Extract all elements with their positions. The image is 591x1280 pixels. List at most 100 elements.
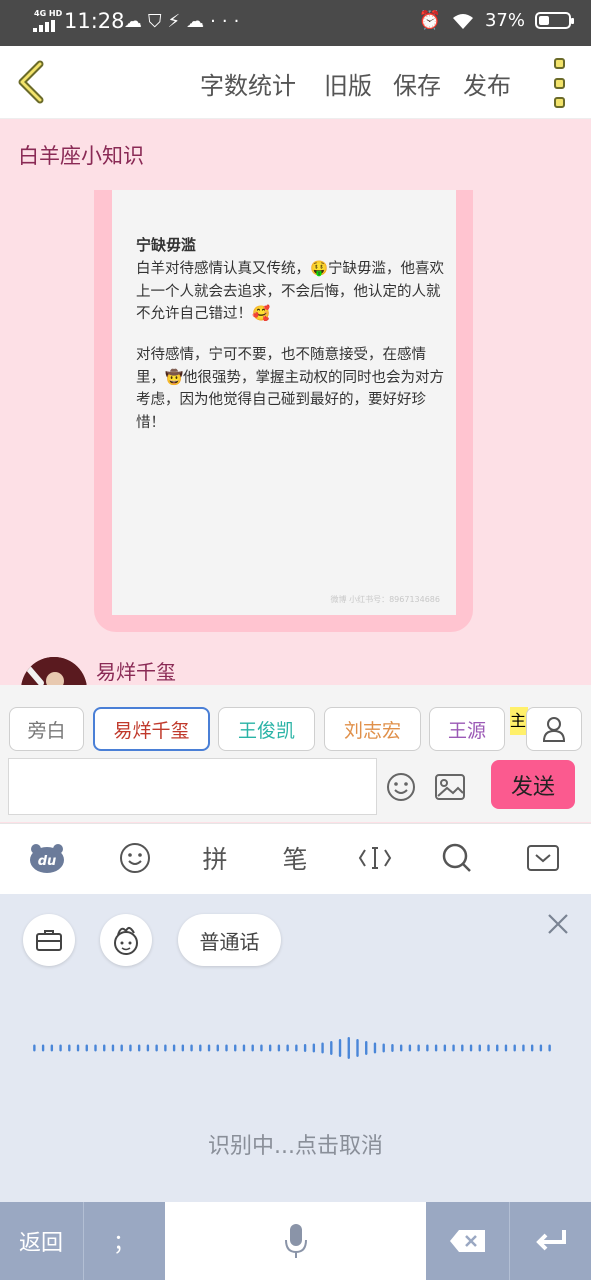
wave-bar	[59, 1044, 62, 1052]
wave-bar	[207, 1044, 211, 1052]
wifi-icon	[452, 13, 473, 29]
save-button[interactable]: 保存	[393, 66, 441, 101]
keyboard-bottom-row: 返回 ；	[0, 1202, 591, 1280]
battery-percent: 37%	[484, 10, 525, 31]
network-label: 4G HD	[34, 9, 63, 18]
wave-bar	[103, 1044, 106, 1052]
battery-icon	[535, 12, 574, 29]
role-chip[interactable]: 旁白	[9, 707, 84, 751]
wave-bar	[242, 1044, 246, 1052]
cursor-icon[interactable]	[357, 840, 393, 876]
flash-icon: ⚡	[167, 11, 187, 32]
pinyin-button[interactable]: 拼	[197, 840, 233, 876]
add-role-button[interactable]	[526, 707, 582, 751]
wave-bar	[120, 1044, 123, 1052]
wave-bar	[478, 1044, 481, 1052]
role-chip[interactable]: 王俊凯	[218, 707, 315, 751]
wave-bar	[391, 1044, 394, 1052]
author-name: 易烊千玺	[96, 660, 176, 684]
composer: 发送	[0, 755, 591, 822]
alarm-icon: ⏰	[418, 10, 441, 31]
role-chip[interactable]: 刘志宏	[324, 707, 421, 751]
image-heading: 宁缺毋滥	[136, 236, 197, 254]
wave-bar	[469, 1044, 473, 1052]
mic-key[interactable]	[165, 1202, 426, 1280]
signal-icon	[33, 20, 55, 32]
image-watermark: 微博 小红书号：8967134686	[330, 595, 440, 604]
shield-icon: ⛉	[148, 11, 168, 32]
wave-bar	[303, 1044, 307, 1052]
old-version-button[interactable]: 旧版	[324, 66, 372, 101]
wave-bar	[443, 1044, 447, 1052]
wave-bar	[251, 1044, 254, 1052]
keyboard-toolbar: du 拼 笔	[0, 823, 591, 895]
wave-bar	[522, 1044, 525, 1052]
emoji-keyboard-icon[interactable]	[117, 840, 153, 876]
wave-bar	[94, 1044, 97, 1052]
status-right: ⏰ 37%	[418, 10, 574, 31]
wave-bar	[268, 1044, 272, 1052]
back-key[interactable]: 返回	[0, 1202, 82, 1280]
status-bar: 4G HD 11:28 ☁⛉⚡☁··· ⏰ 37%	[0, 0, 591, 46]
editor-toolbar: 字数统计 旧版 保存 发布	[0, 46, 591, 119]
image-paragraph-1: 白羊对待感情认真又传统，🤑宁缺毋滥，他喜欢上一个人就会去追求，不会后悔，他认定的…	[136, 261, 445, 322]
wave-bar	[417, 1044, 420, 1052]
message-input[interactable]	[8, 758, 377, 815]
wave-bar	[277, 1044, 281, 1052]
punctuation-key[interactable]: ；	[83, 1202, 164, 1280]
wave-bar	[225, 1044, 228, 1052]
hide-keyboard-icon[interactable]	[525, 840, 561, 876]
enter-icon	[536, 1230, 566, 1251]
wave-bar	[399, 1044, 403, 1052]
wave-bar	[164, 1044, 167, 1052]
wave-bar	[382, 1043, 385, 1053]
wave-bar	[513, 1044, 516, 1052]
section-title: 白羊座小知识	[18, 144, 144, 168]
wave-bar	[181, 1044, 185, 1052]
wave-bar	[172, 1044, 176, 1052]
wave-bar	[111, 1044, 115, 1052]
publish-button[interactable]: 发布	[463, 66, 511, 101]
emoji-icon[interactable]	[386, 772, 416, 802]
svg-text:du: du	[38, 854, 57, 869]
wave-bar	[496, 1044, 499, 1052]
wave-bar	[365, 1041, 368, 1055]
word-count-button[interactable]: 字数统计	[200, 66, 296, 101]
send-button[interactable]: 发送	[491, 760, 575, 809]
more-menu-icon[interactable]	[548, 58, 570, 108]
voice-avatar-icon[interactable]	[100, 914, 152, 966]
wave-bar	[530, 1044, 534, 1052]
role-selector: 旁白 易烊千玺 王俊凯 刘志宏 王源 主	[0, 685, 591, 755]
enter-key[interactable]	[509, 1202, 591, 1280]
wave-bar	[373, 1042, 377, 1054]
wave-bar	[68, 1044, 71, 1052]
role-chip[interactable]: 王源	[429, 707, 505, 751]
wave-bar	[321, 1042, 324, 1054]
wave-bar	[426, 1044, 429, 1052]
wave-bar	[295, 1044, 298, 1052]
wave-bar	[452, 1044, 455, 1052]
wave-bar	[338, 1039, 342, 1057]
close-icon[interactable]	[546, 912, 570, 936]
back-icon[interactable]	[14, 60, 50, 104]
search-icon[interactable]	[439, 840, 475, 876]
wave-bar	[347, 1037, 350, 1059]
wave-bar	[199, 1044, 202, 1052]
clock: 11:28	[64, 9, 125, 33]
post-image[interactable]: 宁缺毋滥 白羊对待感情认真又传统，🤑宁缺毋滥，他喜欢上一个人就会去追求，不会后悔…	[112, 190, 456, 615]
wave-bar	[548, 1044, 551, 1052]
image-paragraph-2: 对待感情，宁可不要，也不随意接受，在感情里，🤠他很强势，掌握主动权的同时也会为对…	[136, 347, 445, 431]
image-icon[interactable]	[434, 773, 466, 801]
notification-icons: ☁⛉⚡☁···	[124, 11, 245, 32]
wave-bar	[356, 1039, 359, 1057]
wave-bar	[33, 1044, 36, 1052]
toolbox-icon[interactable]	[23, 914, 75, 966]
wave-bar	[129, 1044, 132, 1052]
role-chip[interactable]: 易烊千玺	[93, 707, 210, 751]
du-logo-icon[interactable]: du	[29, 840, 65, 876]
mandarin-button[interactable]: 普通话	[178, 914, 281, 966]
weather-icon: ☁	[124, 11, 148, 32]
backspace-key[interactable]	[427, 1202, 508, 1280]
recognizing-status[interactable]: 识别中...点击取消	[0, 1128, 591, 1160]
stroke-button[interactable]: 笔	[277, 840, 313, 876]
